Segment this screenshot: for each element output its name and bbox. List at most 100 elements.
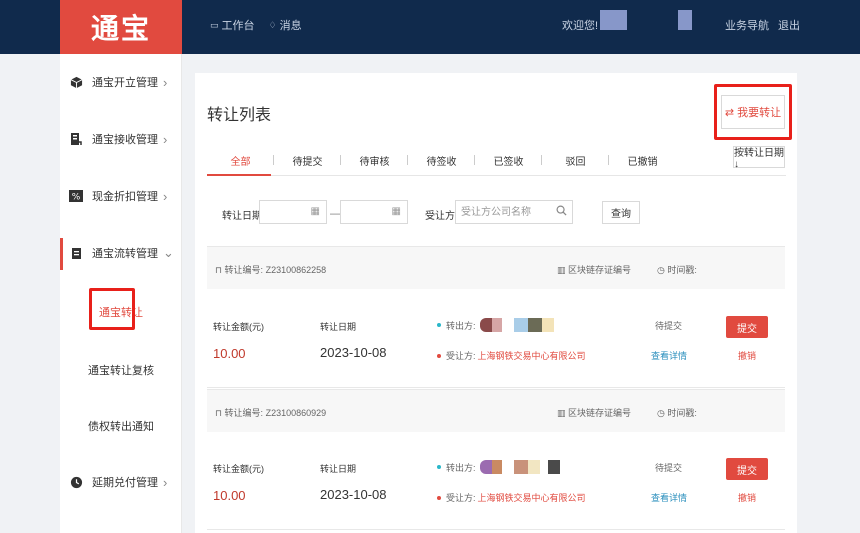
receiver-filter-label: 受让方: xyxy=(425,211,458,222)
nav-workbench-label: 工作台 xyxy=(221,20,255,32)
date-label: 转让日期 xyxy=(320,464,357,474)
view-detail-link[interactable]: 查看详情 xyxy=(651,491,687,504)
transfer-number-label: 转让编号: xyxy=(224,265,264,275)
sidebar-item-label: 通宝流转管理 xyxy=(92,248,158,260)
nav-messages[interactable]: ♢ 消息 xyxy=(269,17,302,33)
user-name-redacted xyxy=(600,10,627,30)
sidebar-item-discount[interactable]: % 现金折扣管理 › xyxy=(60,176,182,216)
date-label: 转让日期 xyxy=(320,322,357,332)
logo[interactable]: 通宝 xyxy=(60,0,182,54)
welcome-text: 欢迎您! xyxy=(562,20,599,32)
sender-label: 转出方: xyxy=(446,320,476,331)
receiver-row: 受让方: 上海钢铁交易中心有限公司 xyxy=(437,491,586,504)
record-body: 转让金额(元) 10.00 转让日期 2023-10-08 转出方: 受让方: … xyxy=(207,290,785,388)
tab-signed[interactable]: 已签收 xyxy=(475,153,542,175)
end-date-input[interactable]: ▦ xyxy=(340,200,408,224)
sidebar-item-label: 通宝接收管理 xyxy=(92,134,158,146)
timestamp: ◷ 时间戳: xyxy=(657,406,697,419)
submit-button[interactable]: 提交 xyxy=(726,458,768,480)
tab-pending-sign[interactable]: 待签收 xyxy=(408,153,475,175)
new-transfer-label: 我要转让 xyxy=(737,106,782,119)
amount-label: 转让金额(元) xyxy=(213,464,264,474)
sidebar-subitem-debt-notice[interactable]: 债权转出通知 xyxy=(60,418,182,434)
query-button[interactable]: 查询 xyxy=(602,201,640,224)
chevron-right-icon: › xyxy=(163,188,168,204)
cube-icon xyxy=(69,75,83,89)
tab-pending-review[interactable]: 待审核 xyxy=(341,153,408,175)
top-nav: ▭ 工作台 ♢ 消息 xyxy=(210,17,302,33)
receiver-label: 受让方: xyxy=(446,351,476,361)
logout-link[interactable]: 退出 xyxy=(778,17,800,33)
submit-button[interactable]: 提交 xyxy=(726,316,768,338)
receiver-dot xyxy=(437,495,441,500)
nav-messages-label: 消息 xyxy=(279,20,302,32)
chevron-down-icon: ⌄ xyxy=(163,245,174,260)
amount-value: 10.00 xyxy=(213,346,246,361)
timestamp-label: 时间戳: xyxy=(667,408,697,418)
business-guide-link[interactable]: 业务导航 xyxy=(725,17,769,33)
tab-rejected[interactable]: 驳回 xyxy=(542,153,609,175)
chain-evidence: ▥ 区块链存证编号 xyxy=(557,263,631,276)
chain-evidence: ▥ 区块链存证编号 xyxy=(557,406,631,419)
transfer-number-value: Z23100860929 xyxy=(265,408,327,418)
search-icon[interactable] xyxy=(556,205,567,219)
receiver-row: 受让方: 上海钢铁交易中心有限公司 xyxy=(437,349,586,362)
tab-all[interactable]: 全部 xyxy=(207,153,274,175)
swap-icon: ⇄ xyxy=(724,105,735,119)
status-text: 待提交 xyxy=(655,463,683,473)
sidebar-subitem-transfer-review[interactable]: 通宝转让复核 xyxy=(60,362,182,378)
tab-active-underline xyxy=(207,174,271,176)
bell-icon: ♢ xyxy=(268,19,277,30)
sender-row: 转出方: xyxy=(437,318,554,332)
date-value: 2023-10-08 xyxy=(320,345,387,360)
bookmark-icon: ⊓ xyxy=(215,265,223,275)
timestamp-label: 时间戳: xyxy=(667,265,697,275)
svg-text:%: % xyxy=(72,193,81,203)
revoke-link[interactable]: 撤销 xyxy=(738,491,756,504)
amount-label: 转让金额(元) xyxy=(213,322,264,332)
receiver-name: 上海钢铁交易中心有限公司 xyxy=(477,351,586,361)
sender-dot xyxy=(437,465,441,469)
record-header: ⊓ 转让编号: Z23100862258 ▥ 区块链存证编号 ◷ 时间戳: xyxy=(207,246,785,289)
sidebar-item-label: 现金折扣管理 xyxy=(92,191,158,203)
receiver-label: 受让方: xyxy=(446,493,476,503)
calendar-icon: ▦ xyxy=(391,206,401,217)
sidebar-item-deferred[interactable]: 延期兑付管理 › xyxy=(60,462,182,502)
receiver-dot xyxy=(437,353,441,358)
status-text: 待提交 xyxy=(655,321,683,331)
receiver-search-input[interactable] xyxy=(456,201,554,223)
chevron-right-icon: › xyxy=(163,474,168,490)
sender-label: 转出方: xyxy=(446,462,476,473)
transfer-number-value: Z23100862258 xyxy=(265,265,327,275)
start-date-input[interactable]: ▦ xyxy=(259,200,327,224)
receiver-search-box xyxy=(455,200,573,224)
flow-doc-icon xyxy=(69,246,83,260)
tab-pending-submit[interactable]: 待提交 xyxy=(274,153,341,175)
amount-value: 10.00 xyxy=(213,488,246,503)
tab-revoked[interactable]: 已撤销 xyxy=(609,153,676,175)
sidebar-item-flow[interactable]: 通宝流转管理 ⌄ xyxy=(60,233,182,273)
nav-workbench[interactable]: ▭ 工作台 xyxy=(210,17,255,33)
sort-by-date-button[interactable]: 按转让日期↓ xyxy=(733,146,785,170)
bookmark-icon: ⊓ xyxy=(215,408,223,418)
sidebar-item-issue[interactable]: 通宝开立管理 › xyxy=(60,62,182,102)
sidebar-item-label: 延期兑付管理 xyxy=(92,477,158,489)
chain-evidence-label: 区块链存证编号 xyxy=(568,265,632,275)
view-detail-link[interactable]: 查看详情 xyxy=(651,349,687,362)
sender-dot xyxy=(437,323,441,327)
sidebar-item-receive[interactable]: 通宝接收管理 › xyxy=(60,119,182,159)
status-tabs: 全部 待提交 待审核 待签收 已签收 驳回 已撤销 xyxy=(207,153,737,175)
chevron-right-icon: › xyxy=(163,74,168,90)
record-header: ⊓ 转让编号: Z23100860929 ▥ 区块链存证编号 ◷ 时间戳: xyxy=(207,389,785,432)
highlight-box-transfer xyxy=(89,288,135,330)
chain-evidence-label: 区块链存证编号 xyxy=(568,408,632,418)
sender-name-redacted xyxy=(479,318,554,332)
logo-text: 通宝 xyxy=(90,12,151,45)
new-transfer-button[interactable]: ⇄ 我要转让 xyxy=(721,95,785,129)
clock-icon: ◷ xyxy=(657,408,665,418)
chevron-right-icon: › xyxy=(163,131,168,147)
tabs-divider xyxy=(207,175,786,176)
revoke-link[interactable]: 撤销 xyxy=(738,349,756,362)
page-title: 转让列表 xyxy=(207,107,272,124)
user-avatar-redacted[interactable] xyxy=(678,10,692,30)
